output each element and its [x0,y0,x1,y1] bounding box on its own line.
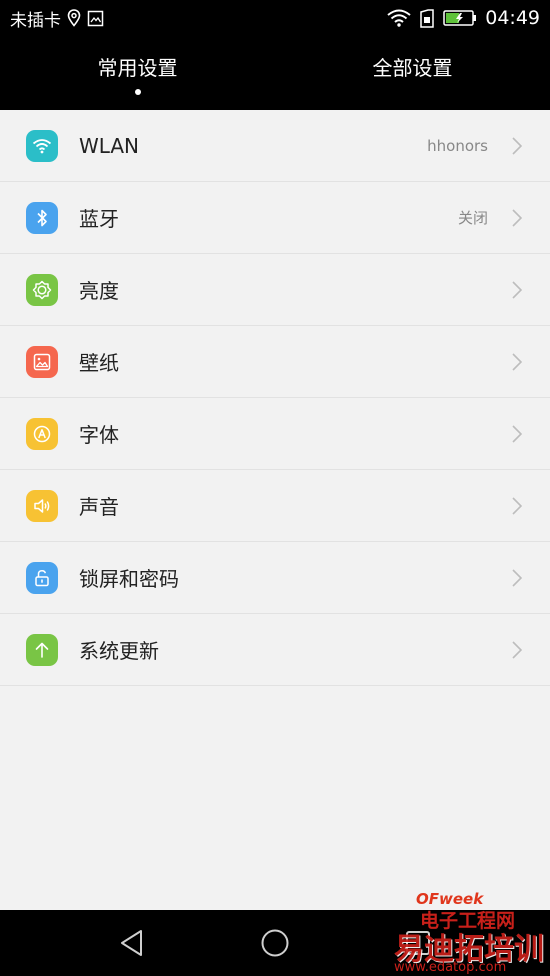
wifi-signal-icon [387,9,411,27]
chevron-right-icon [510,424,524,444]
setting-value: hhonors [427,136,488,155]
setting-label: 壁纸 [79,351,119,375]
lock-icon [26,561,58,594]
setting-value: 关闭 [457,209,488,227]
tab-label: 常用设置 [97,55,178,80]
setting-row-wlan[interactable]: WLAN hhonors [0,110,550,182]
tab-all-settings[interactable]: 全部设置 [275,36,550,110]
chevron-right-icon [510,352,524,372]
battery-icon [443,10,477,26]
back-button[interactable] [102,918,162,968]
clock-text: 04:49 [485,7,540,29]
setting-label: 声音 [79,495,119,519]
chevron-right-icon [510,280,524,300]
setting-row-font[interactable]: 字体 [0,398,550,470]
setting-label: WLAN [79,133,140,158]
setting-label: 系统更新 [79,639,159,663]
screenshot-icon [87,10,104,27]
setting-row-sound[interactable]: 声音 [0,470,550,542]
back-icon [120,930,142,956]
wallpaper-icon [26,345,58,378]
brightness-icon [26,273,58,306]
navigation-bar [0,910,550,976]
setting-row-system-update[interactable]: 系统更新 [0,614,550,686]
sim-icon [419,8,435,28]
tab-common-settings[interactable]: 常用设置 [0,36,275,110]
carrier-text: 未插卡 [10,10,61,31]
wifi-icon [26,129,58,162]
watermark-brand: OFweek [416,890,484,908]
setting-row-wallpaper[interactable]: 壁纸 [0,326,550,398]
chevron-right-icon [510,208,524,228]
tab-bar: 常用设置 全部设置 [0,36,550,110]
setting-row-brightness[interactable]: 亮度 [0,254,550,326]
sound-icon [26,489,58,522]
active-tab-indicator [134,88,141,95]
chevron-right-icon [510,568,524,588]
chevron-right-icon [510,496,524,516]
font-icon [26,417,58,450]
home-icon [261,929,289,957]
settings-list: WLAN hhonors 蓝牙 关闭 亮度 壁纸 字体 声音 锁屏和密码 系统更… [0,110,550,686]
chevron-right-icon [510,640,524,660]
chevron-right-icon [510,136,524,156]
setting-row-bluetooth[interactable]: 蓝牙 关闭 [0,182,550,254]
setting-label: 亮度 [79,279,119,303]
setting-row-lockscreen[interactable]: 锁屏和密码 [0,542,550,614]
setting-label: 字体 [79,423,119,447]
location-icon [67,9,81,27]
setting-label: 锁屏和密码 [79,567,179,591]
recents-button[interactable] [388,918,448,968]
setting-label: 蓝牙 [79,207,119,231]
recents-icon [406,931,431,955]
bluetooth-icon [26,201,58,234]
home-button[interactable] [245,918,305,968]
tab-label: 全部设置 [372,55,453,80]
status-bar: 未插卡 04:49 [0,0,550,36]
update-icon [26,633,58,666]
